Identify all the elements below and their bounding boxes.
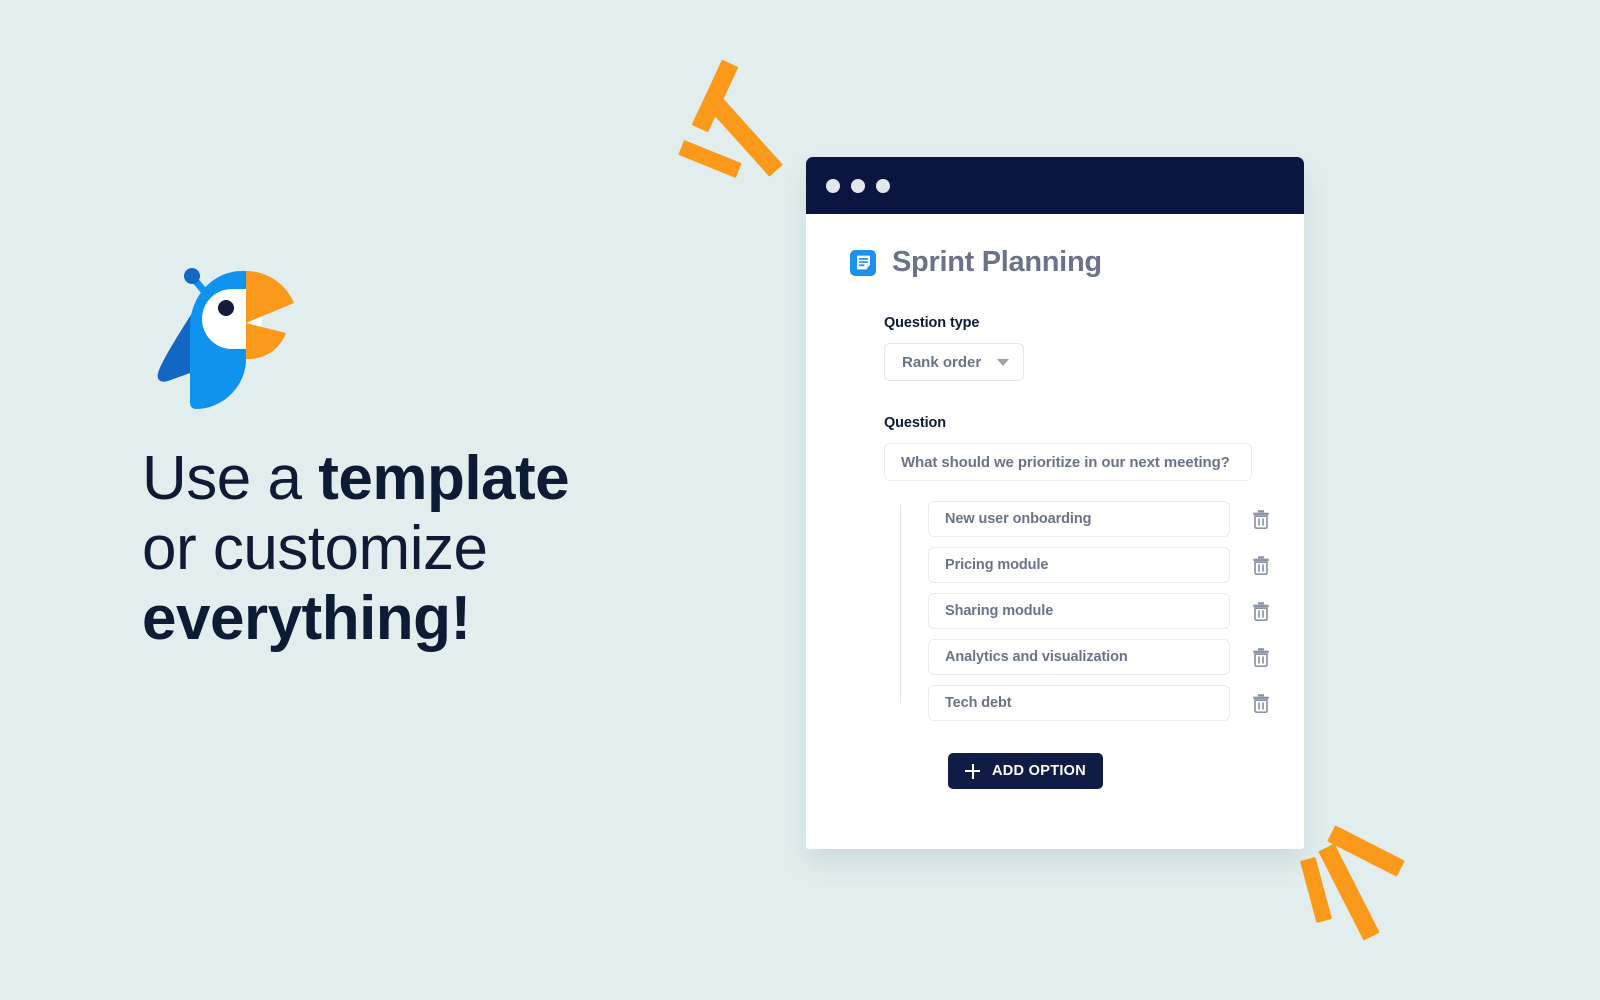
window-titlebar bbox=[806, 157, 1304, 214]
question-label: Question bbox=[884, 415, 947, 431]
trash-icon[interactable] bbox=[1250, 599, 1272, 623]
option-input-value: Tech debt bbox=[945, 695, 1012, 711]
option-input[interactable]: Analytics and visualization bbox=[928, 639, 1230, 675]
orange-bar-icon bbox=[678, 139, 742, 179]
headline-text: Use a bbox=[142, 444, 319, 513]
option-row: Sharing module bbox=[928, 593, 1272, 629]
window-content: Sprint Planning Question type Rank order… bbox=[806, 214, 1304, 849]
headline-line-3: everything! bbox=[142, 584, 471, 654]
headline-line-1: Use a template bbox=[142, 444, 702, 514]
form-document-icon bbox=[850, 249, 876, 276]
window-dot-minimize[interactable] bbox=[851, 178, 865, 193]
question-type-select[interactable]: Rank order bbox=[884, 343, 1025, 381]
add-option-label: ADD OPTION bbox=[992, 763, 1087, 779]
option-row: New user onboarding bbox=[928, 501, 1272, 537]
option-input-value: New user onboarding bbox=[945, 511, 1092, 527]
promo-block: Use a template or customize everything! bbox=[142, 255, 702, 654]
browser-window: Sprint Planning Question type Rank order… bbox=[806, 157, 1304, 849]
headline-text-strong: template bbox=[318, 444, 570, 513]
chevron-down-icon bbox=[997, 358, 1010, 366]
trash-icon[interactable] bbox=[1250, 645, 1272, 669]
parrot-logo-icon bbox=[146, 255, 306, 420]
trash-icon[interactable] bbox=[1250, 691, 1272, 715]
option-input[interactable]: Tech debt bbox=[928, 685, 1230, 721]
page-headline: Use a template or customize everything! bbox=[142, 444, 702, 654]
option-input-value: Pricing module bbox=[945, 557, 1049, 573]
document-header: Sprint Planning bbox=[850, 246, 1272, 279]
trash-icon[interactable] bbox=[1250, 553, 1272, 577]
option-input-value: Analytics and visualization bbox=[945, 649, 1128, 665]
window-dot-close[interactable] bbox=[826, 178, 840, 193]
option-input[interactable]: Pricing module bbox=[928, 547, 1230, 583]
option-row: Tech debt bbox=[928, 685, 1272, 721]
option-row: Analytics and visualization bbox=[928, 639, 1272, 675]
option-input-value: Sharing module bbox=[945, 603, 1054, 619]
question-type-value: Rank order bbox=[902, 353, 982, 371]
trash-icon[interactable] bbox=[1250, 507, 1272, 531]
add-option-button[interactable]: ADD OPTION bbox=[948, 753, 1104, 789]
options-list: New user onboarding Pricing module Shari… bbox=[900, 501, 1272, 721]
question-input[interactable]: What should we prioritize in our next me… bbox=[884, 443, 1252, 481]
plus-icon bbox=[965, 763, 980, 779]
option-input[interactable]: Sharing module bbox=[928, 593, 1230, 629]
option-row: Pricing module bbox=[928, 547, 1272, 583]
page-title: Sprint Planning bbox=[892, 246, 1102, 278]
window-dot-maximize[interactable] bbox=[876, 178, 890, 193]
question-type-label: Question type bbox=[884, 315, 980, 331]
question-input-value: What should we prioritize in our next me… bbox=[901, 453, 1230, 471]
headline-line-2: or customize bbox=[142, 514, 488, 584]
option-input[interactable]: New user onboarding bbox=[928, 501, 1230, 537]
